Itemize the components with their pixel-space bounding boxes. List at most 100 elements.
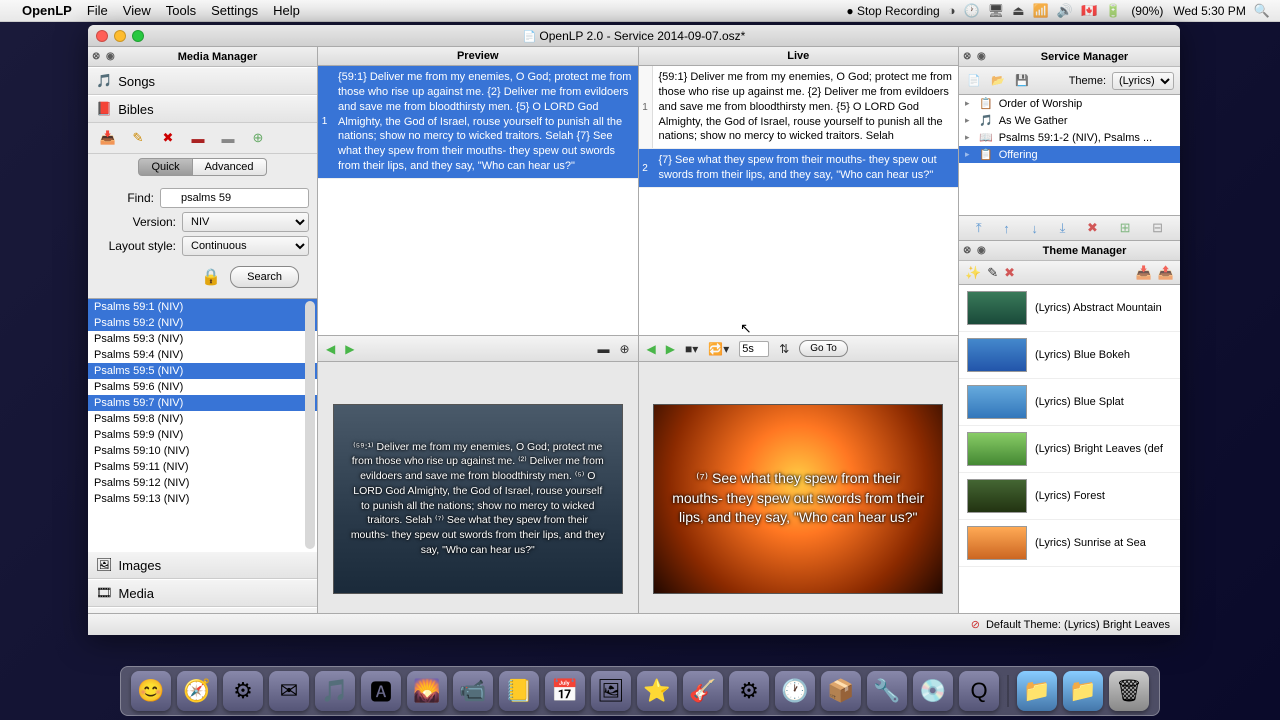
service-item-list[interactable]: ▸📋Order of Worship▸🎵As We Gather▸📖Psalms… (959, 95, 1180, 215)
app-name[interactable]: OpenLP (22, 3, 72, 18)
add-icon[interactable]: ⊕ (248, 129, 268, 147)
service-item[interactable]: ▸📋Order of Worship (959, 95, 1180, 112)
result-item[interactable]: Psalms 59:10 (NIV) (88, 443, 317, 459)
spotlight-icon[interactable]: 🔍 (1254, 3, 1270, 19)
undock-panel-icon[interactable]: ◉ (106, 51, 118, 63)
theme-select[interactable]: (Lyrics) (1112, 72, 1174, 90)
goto-button[interactable]: Go To (799, 340, 848, 357)
export-theme-icon[interactable]: 📤 (1158, 265, 1174, 281)
result-item[interactable]: Psalms 59:13 (NIV) (88, 491, 317, 507)
preview-slide-list[interactable]: 1{59:1} Deliver me from my enemies, O Go… (318, 66, 638, 336)
zoom-button[interactable] (132, 30, 144, 42)
edit-icon[interactable]: ✎ (128, 129, 148, 147)
blank-icon[interactable]: ■▾ (685, 342, 698, 356)
section-images[interactable]: 🖼Images (88, 551, 317, 579)
move-up-icon[interactable]: ↑ (1003, 221, 1010, 236)
result-item[interactable]: Psalms 59:12 (NIV) (88, 475, 317, 491)
dock-imovie[interactable]: ⭐ (637, 671, 677, 711)
menu-tools[interactable]: Tools (166, 3, 196, 18)
dock-trash[interactable]: 🗑 (1109, 671, 1149, 711)
next-slide-icon[interactable]: ▶ (345, 342, 354, 356)
undock-tm-icon[interactable]: ◉ (977, 245, 989, 257)
version-select[interactable]: NIV (182, 212, 309, 232)
slide-row[interactable]: 1{59:1} Deliver me from my enemies, O Go… (639, 66, 959, 149)
theme-item[interactable]: (Lyrics) Abstract Mountain (959, 285, 1180, 332)
move-top-icon[interactable]: ⤒ (976, 220, 982, 236)
dock-app1[interactable]: 📦 (821, 671, 861, 711)
result-item[interactable]: Psalms 59:4 (NIV) (88, 347, 317, 363)
dock-photos[interactable]: 🌄 (407, 671, 447, 711)
expand-icon[interactable]: ⊞ (1120, 220, 1131, 236)
status-icon-wifi[interactable]: ⏏ (1012, 3, 1024, 19)
close-button[interactable] (96, 30, 108, 42)
stop-recording[interactable]: ● Stop Recording (846, 4, 939, 18)
dock-timemachine[interactable]: 🕐 (775, 671, 815, 711)
move-down-icon[interactable]: ↓ (1031, 221, 1038, 236)
slide-row[interactable]: 1{59:1} Deliver me from my enemies, O Go… (318, 66, 638, 179)
live-prev-icon[interactable]: ◀ (647, 342, 656, 356)
section-media[interactable]: 🎞Media (88, 579, 317, 607)
close-tm-icon[interactable]: ⊗ (963, 245, 975, 257)
live-icon[interactable]: ▬ (218, 129, 238, 147)
dock-dashboard[interactable]: ⚙ (223, 671, 263, 711)
layout-select[interactable]: Continuous (182, 236, 309, 256)
volume-icon[interactable]: 🔊 (1057, 3, 1073, 19)
delay-stepper[interactable]: ⇅ (779, 342, 789, 356)
battery-icon[interactable]: 🔋 (1105, 3, 1121, 19)
dock-contacts[interactable]: 📒 (499, 671, 539, 711)
delete-icon[interactable]: ✖ (158, 129, 178, 147)
menu-view[interactable]: View (123, 3, 151, 18)
dock-safari[interactable]: 🧭 (177, 671, 217, 711)
scrollbar[interactable] (305, 301, 315, 549)
send-live-icon[interactable]: ▬ (597, 342, 609, 356)
theme-item[interactable]: (Lyrics) Bright Leaves (def (959, 426, 1180, 473)
live-slide-list[interactable]: 1{59:1} Deliver me from my enemies, O Go… (639, 66, 959, 336)
status-icon-1[interactable]: ◑ (948, 3, 956, 18)
minimize-button[interactable] (114, 30, 126, 42)
result-item[interactable]: Psalms 59:3 (NIV) (88, 331, 317, 347)
result-item[interactable]: Psalms 59:7 (NIV) (88, 395, 317, 411)
close-panel-icon[interactable]: ⊗ (92, 51, 104, 63)
move-bottom-icon[interactable]: ⤓ (1060, 220, 1066, 236)
result-item[interactable]: Psalms 59:2 (NIV) (88, 315, 317, 331)
result-item[interactable]: Psalms 59:5 (NIV) (88, 363, 317, 379)
import-theme-icon[interactable]: 📥 (1136, 265, 1152, 281)
preview-icon[interactable]: ▬ (188, 129, 208, 147)
section-songs[interactable]: 🎵Songs (88, 67, 317, 95)
status-icon-display[interactable]: 🖥 (988, 3, 1005, 19)
remove-icon[interactable]: ✖ (1087, 220, 1098, 236)
slide-row[interactable]: 2{7} See what they spew from their mouth… (639, 149, 959, 188)
dock-garageband[interactable]: 🎸 (683, 671, 723, 711)
service-item[interactable]: ▸📋Offering (959, 146, 1180, 163)
result-item[interactable]: Psalms 59:11 (NIV) (88, 459, 317, 475)
lock-icon[interactable]: 🔒 (200, 266, 222, 288)
theme-item[interactable]: (Lyrics) Sunrise at Sea (959, 520, 1180, 567)
result-item[interactable]: Psalms 59:6 (NIV) (88, 379, 317, 395)
status-icon-clock[interactable]: 🕐 (964, 3, 980, 19)
new-theme-icon[interactable]: ✨ (965, 265, 981, 281)
dock-finder[interactable]: 😊 (131, 671, 171, 711)
theme-item[interactable]: (Lyrics) Blue Splat (959, 379, 1180, 426)
result-item[interactable]: Psalms 59:1 (NIV) (88, 299, 317, 315)
prev-slide-icon[interactable]: ◀ (326, 342, 335, 356)
dock-iphoto[interactable]: 🖼 (591, 671, 631, 711)
flag-icon[interactable]: 🇨🇦 (1081, 3, 1097, 19)
tab-advanced[interactable]: Advanced (193, 158, 267, 176)
service-item[interactable]: ▸🎵As We Gather (959, 112, 1180, 129)
dock-itunes[interactable]: 🎵 (315, 671, 355, 711)
find-input[interactable] (160, 188, 309, 208)
dock-quicktime[interactable]: Q (959, 671, 999, 711)
edit-theme-icon[interactable]: ✎ (987, 265, 998, 281)
search-results[interactable]: Psalms 59:1 (NIV)Psalms 59:2 (NIV)Psalms… (88, 298, 317, 551)
dock-sysprefs[interactable]: ⚙ (729, 671, 769, 711)
wifi-icon[interactable]: 📶 (1033, 3, 1049, 19)
delete-theme-icon[interactable]: ✖ (1004, 265, 1015, 281)
open-service-icon[interactable]: 📂 (989, 72, 1007, 90)
menu-file[interactable]: File (87, 3, 108, 18)
import-icon[interactable]: 📥 (98, 129, 118, 147)
search-button[interactable]: Search (230, 266, 299, 288)
dock-appstore[interactable]: 🅰 (361, 671, 401, 711)
clock[interactable]: Wed 5:30 PM (1173, 4, 1245, 18)
add-service-icon[interactable]: ⊕ (619, 342, 629, 356)
dock-facetime[interactable]: 📹 (453, 671, 493, 711)
